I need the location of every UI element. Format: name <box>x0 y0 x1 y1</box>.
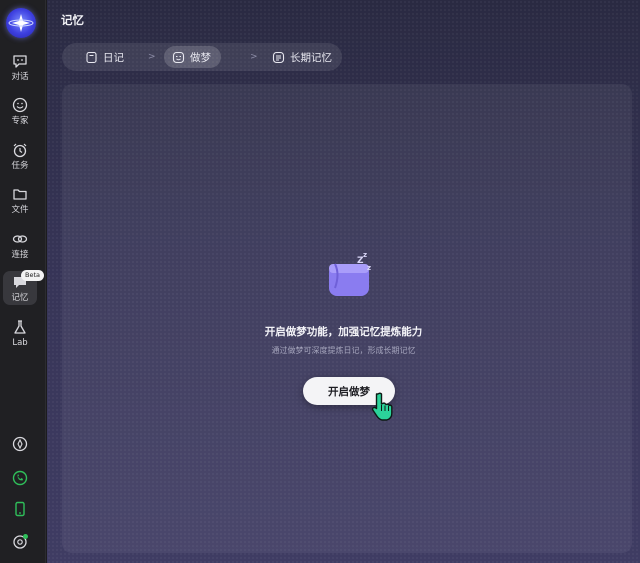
folder-icon <box>13 189 27 200</box>
beta-badge: Beta <box>21 270 44 281</box>
sidebar-item-label: Lab <box>12 338 28 348</box>
sidebar-item-label: 专家 <box>11 116 29 126</box>
hand-pointer-cursor-icon <box>371 392 393 421</box>
sidebar-item-experts[interactable]: 专家 <box>3 96 37 132</box>
tab-diary[interactable]: 日记 <box>77 46 134 68</box>
tab-bar: 日记 > 做梦 > 长期记忆 <box>62 43 342 71</box>
sidebar-item-lab[interactable]: Lab <box>3 318 37 354</box>
chat-bubble-icon <box>13 55 27 68</box>
tab-long-term-memory[interactable]: 长期记忆 <box>264 46 342 68</box>
list-icon <box>272 51 285 63</box>
sidebar-item-label: 文件 <box>11 205 29 215</box>
smiley-icon <box>12 97 28 113</box>
tab-label: 做梦 <box>190 51 211 64</box>
sidebar: 对话 专家 任务 文件 连接 记忆 Beta Lab <box>0 0 46 563</box>
sidebar-item-label: 连接 <box>11 250 29 260</box>
sidebar-item-label: 记忆 <box>11 293 29 303</box>
main-area: 记忆 日记 > 做梦 > 长期记忆 Z z z 开启做梦功能，加强记忆提炼能力 … <box>47 0 640 563</box>
dream-panel <box>62 84 632 553</box>
star-logo-icon <box>8 14 34 32</box>
sidebar-item-tasks[interactable]: 任务 <box>3 141 37 177</box>
svg-text:z: z <box>367 264 371 272</box>
tab-dream[interactable]: 做梦 <box>164 46 221 68</box>
diary-icon <box>86 51 97 63</box>
mobile-device-icon[interactable] <box>11 500 29 518</box>
sidebar-item-connect[interactable]: 连接 <box>3 230 37 266</box>
dream-illustration-icon: Z z z <box>324 251 371 296</box>
sidebar-item-chat[interactable]: 对话 <box>3 52 37 88</box>
tab-separator: > <box>250 52 258 62</box>
sidebar-item-files[interactable]: 文件 <box>3 185 37 221</box>
tab-label: 日记 <box>103 51 124 64</box>
flask-icon <box>14 320 26 334</box>
alarm-clock-icon <box>13 143 27 158</box>
svg-text:z: z <box>363 251 367 259</box>
empty-state-headline: 开启做梦功能，加强记忆提炼能力 <box>264 326 423 338</box>
dream-face-icon <box>172 51 185 63</box>
empty-state-subline: 通过做梦可深度提炼日记，形成长期记忆 <box>271 346 416 355</box>
green-phone-icon[interactable] <box>11 469 29 487</box>
sidebar-item-label: 任务 <box>11 161 29 171</box>
crescent-moon-icon <box>421 13 451 47</box>
sidebar-item-label: 对话 <box>11 72 29 82</box>
tab-label: 长期记忆 <box>290 51 332 64</box>
link-icon <box>12 235 28 243</box>
page-title: 记忆 <box>61 13 84 27</box>
app-logo[interactable] <box>6 8 36 38</box>
compass-icon[interactable] <box>11 435 29 453</box>
tab-separator: > <box>148 52 156 62</box>
settings-icon[interactable] <box>11 533 29 551</box>
